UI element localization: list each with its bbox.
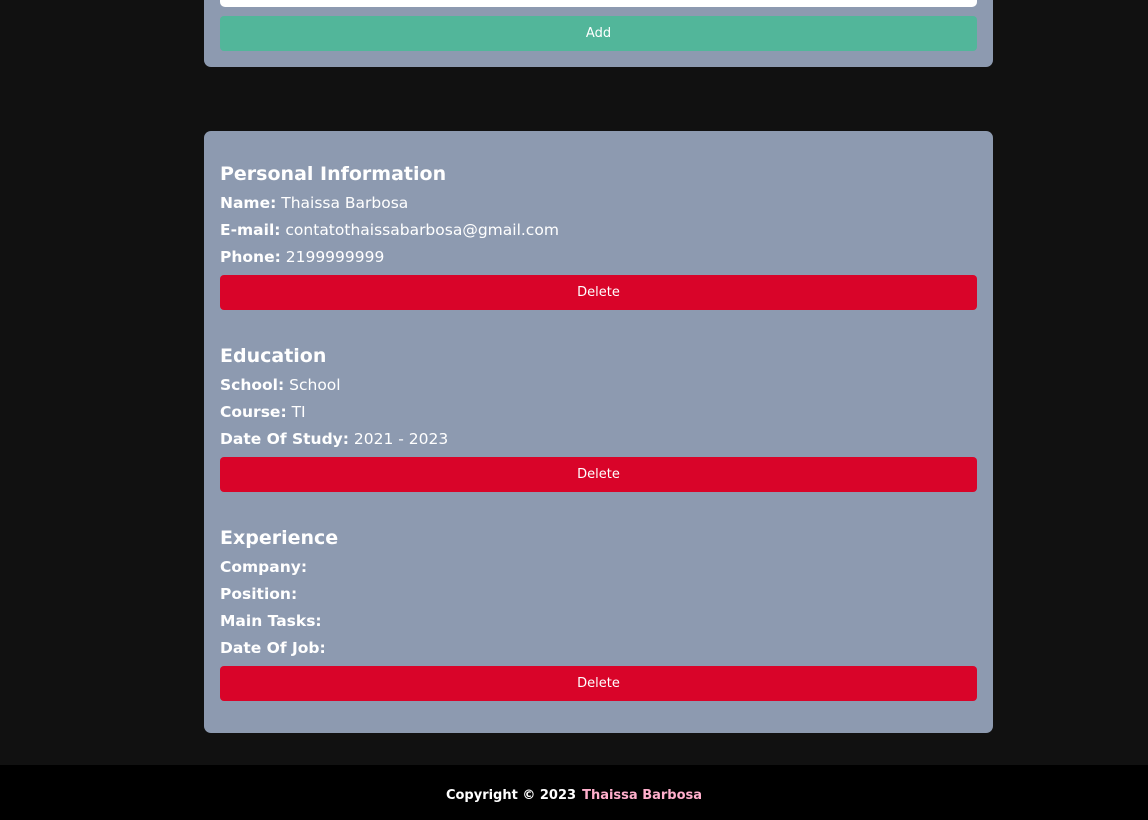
study-date-value: 2021 - 2023 [353, 430, 449, 448]
school-row: School: School [220, 375, 341, 395]
delete-personal-button[interactable]: Delete [220, 275, 977, 310]
company-label: Company: [220, 558, 308, 576]
phone-row: Phone: 2199999999 [220, 247, 384, 267]
form-card: Add [204, 0, 993, 67]
phone-label: Phone: [220, 248, 281, 266]
delete-experience-button[interactable]: Delete [220, 666, 977, 701]
form-input-field[interactable] [220, 0, 977, 7]
name-value: Thaissa Barbosa [281, 194, 409, 212]
job-date-row: Date Of Job: [220, 638, 326, 658]
name-row: Name: Thaissa Barbosa [220, 193, 408, 213]
education-title: Education [220, 345, 327, 367]
name-label: Name: [220, 194, 277, 212]
footer: Copyright © 2023 Thaissa Barbosa [0, 765, 1148, 820]
delete-education-button[interactable]: Delete [220, 457, 977, 492]
experience-title: Experience [220, 527, 339, 549]
course-row: Course: TI [220, 402, 306, 422]
study-date-label: Date Of Study: [220, 430, 349, 448]
email-label: E-mail: [220, 221, 281, 239]
phone-value: 2199999999 [285, 248, 385, 266]
cv-display-card: Personal Information Name: Thaissa Barbo… [204, 131, 993, 733]
copyright-text: Copyright © 2023 [445, 788, 577, 803]
email-value: contatothaissabarbosa@gmail.com [285, 221, 559, 239]
position-label: Position: [220, 585, 298, 603]
email-row: E-mail: contatothaissabarbosa@gmail.com [220, 220, 559, 240]
personal-info-title: Personal Information [220, 163, 447, 185]
study-date-row: Date Of Study: 2021 - 2023 [220, 429, 448, 449]
main-tasks-row: Main Tasks: [220, 611, 322, 631]
company-row: Company: [220, 557, 307, 577]
add-button[interactable]: Add [220, 16, 977, 51]
course-label: Course: [220, 403, 287, 421]
school-label: School: [220, 376, 285, 394]
position-row: Position: [220, 584, 297, 604]
course-value: TI [291, 403, 306, 421]
school-value: School [289, 376, 341, 394]
main-tasks-label: Main Tasks: [220, 612, 322, 630]
author-link[interactable]: Thaissa Barbosa [582, 788, 702, 803]
job-date-label: Date Of Job: [220, 639, 326, 657]
page: Add Personal Information Name: Thaissa B… [0, 0, 1148, 820]
